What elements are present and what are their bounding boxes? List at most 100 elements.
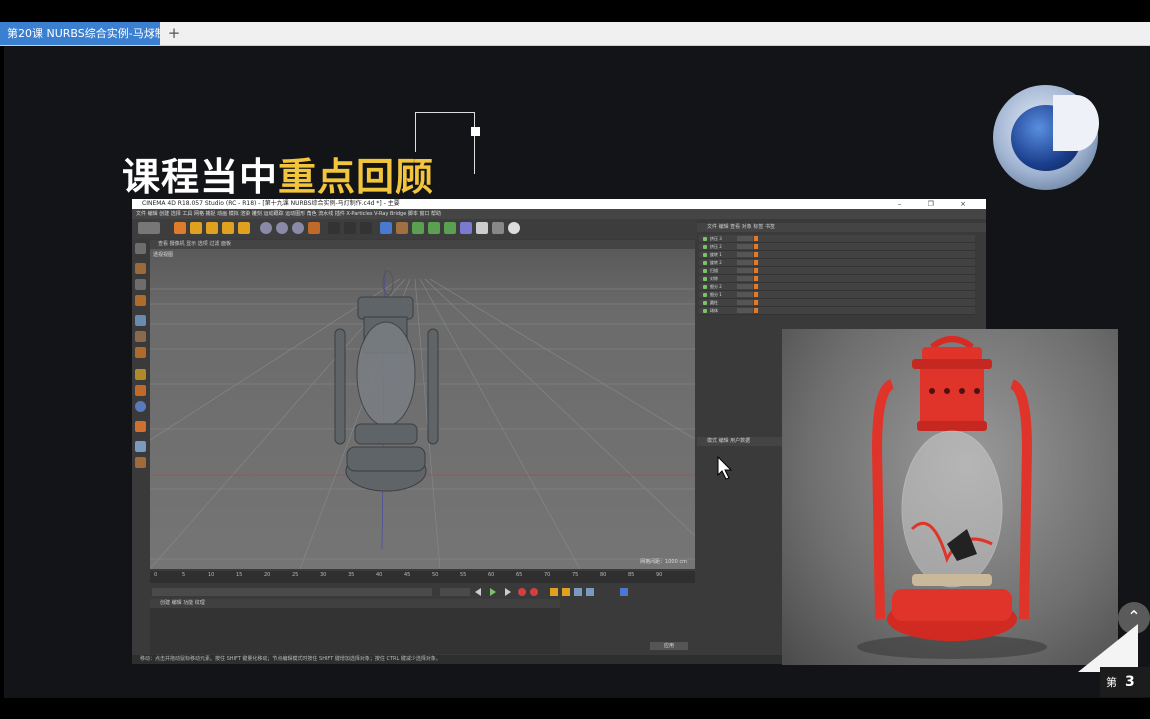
timeline-number: 75 — [572, 572, 579, 578]
lantern-illustration — [857, 336, 1047, 659]
edges-mode-icon[interactable] — [135, 331, 146, 342]
deformer-icon[interactable] — [444, 222, 456, 234]
scale-icon[interactable] — [206, 222, 218, 234]
camera-icon[interactable] — [492, 222, 504, 234]
material-tag-icon[interactable] — [754, 252, 758, 257]
timeline-number: 40 — [376, 572, 383, 578]
object-row[interactable]: 细分 2 — [699, 283, 975, 291]
material-tag-icon[interactable] — [754, 284, 758, 289]
material-tag-icon[interactable] — [754, 260, 758, 265]
render-view-icon[interactable] — [328, 222, 340, 234]
tweak-mode-icon[interactable] — [135, 385, 146, 396]
material-tag-icon[interactable] — [754, 276, 758, 281]
object-row[interactable]: 对称 — [699, 275, 975, 283]
visibility-toggle[interactable] — [737, 300, 753, 305]
object-row[interactable]: 挤压 2 — [699, 243, 975, 251]
light-icon[interactable] — [508, 222, 520, 234]
visibility-toggle[interactable] — [737, 252, 753, 257]
visibility-toggle[interactable] — [737, 276, 753, 281]
material-menu[interactable]: 创建 编辑 功能 纹理 — [150, 599, 560, 608]
object-row[interactable]: 挤压 3 — [699, 235, 975, 243]
undo-icon[interactable] — [138, 222, 160, 234]
page-indicator: 第3 — [1100, 667, 1150, 697]
visibility-toggle[interactable] — [737, 236, 753, 241]
playback-controls — [150, 584, 695, 598]
material-tag-icon[interactable] — [754, 300, 758, 305]
timeline-number: 70 — [544, 572, 551, 578]
cube-icon[interactable] — [380, 222, 392, 234]
window-buttons[interactable]: – ❐ × — [898, 199, 978, 209]
workplane-icon[interactable] — [135, 295, 146, 306]
material-manager[interactable]: 创建 编辑 功能 纹理 — [150, 599, 560, 654]
object-row[interactable]: 旋转 2 — [699, 259, 975, 267]
render-settings-icon[interactable] — [360, 222, 372, 234]
generator-icon[interactable] — [428, 222, 440, 234]
material-tag-icon[interactable] — [754, 308, 758, 313]
y-axis-icon[interactable] — [276, 222, 288, 234]
perspective-viewport[interactable]: 透视视图 网格间距：1000 cm — [150, 249, 695, 569]
c4d-toolbar — [132, 219, 697, 239]
visibility-toggle[interactable] — [737, 244, 753, 249]
viewport-menu[interactable]: 查看 摄像机 显示 选项 过滤 面板 — [150, 240, 695, 249]
c4d-menubar[interactable]: 文件 编辑 创建 选择 工具 网格 捕捉 动画 模拟 渲染 雕刻 运动跟踪 运动… — [132, 209, 986, 219]
object-menu[interactable]: 文件 编辑 查看 对象 标签 书签 — [697, 223, 986, 232]
apply-button[interactable]: 应用 — [650, 642, 688, 650]
tab-label: 第20课 NURBS综合实例-马灯制 — [7, 27, 160, 40]
material-tag-icon[interactable] — [754, 268, 758, 273]
visibility-toggle[interactable] — [737, 308, 753, 313]
pen-icon[interactable] — [396, 222, 408, 234]
sculpt-icon[interactable] — [135, 457, 146, 468]
subdivision-icon[interactable] — [412, 222, 424, 234]
snap-icon[interactable] — [135, 401, 146, 412]
red-lantern-render — [782, 329, 1118, 665]
object-row[interactable]: 旋转 1 — [699, 251, 975, 259]
material-tag-icon[interactable] — [754, 292, 758, 297]
timeline-number: 60 — [488, 572, 495, 578]
tab-lesson-20[interactable]: 第20课 NURBS综合实例-马灯制 × — [0, 22, 160, 45]
material-tag-icon[interactable] — [754, 244, 758, 249]
floor-icon[interactable] — [476, 222, 488, 234]
z-axis-icon[interactable] — [292, 222, 304, 234]
object-name: 挤压 2 — [710, 244, 722, 249]
new-tab-button[interactable]: + — [166, 22, 182, 45]
object-icon — [703, 301, 707, 305]
tab-close-icon[interactable]: × — [147, 22, 156, 45]
timeline-number: 65 — [516, 572, 523, 578]
move-icon[interactable] — [190, 222, 202, 234]
texture-mode-icon[interactable] — [135, 279, 146, 290]
object-icon — [703, 269, 707, 273]
object-row[interactable]: 细分 1 — [699, 291, 975, 299]
timeline-number: 50 — [432, 572, 439, 578]
object-row[interactable]: 扫描 — [699, 267, 975, 275]
object-name: 旋转 2 — [710, 260, 722, 265]
object-icon — [703, 277, 707, 281]
coordinate-manager[interactable]: 应用 — [562, 599, 695, 654]
logo-cutout — [1053, 95, 1099, 151]
model-mode-icon[interactable] — [135, 263, 146, 274]
coordinate-icon[interactable] — [308, 222, 320, 234]
object-row[interactable]: 圆柱 — [699, 299, 975, 307]
object-row[interactable]: 球体 — [699, 307, 975, 315]
axis-mode-icon[interactable] — [135, 369, 146, 380]
points-mode-icon[interactable] — [135, 315, 146, 326]
timeline[interactable]: 0 5 10 15 20 25 30 35 40 45 50 55 60 65 … — [150, 571, 695, 583]
make-editable-icon[interactable] — [135, 243, 146, 254]
grid-spacing-readout: 网格间距：1000 cm — [640, 559, 687, 565]
visibility-toggle[interactable] — [737, 292, 753, 297]
material-tag-icon[interactable] — [754, 236, 758, 241]
transform-icon[interactable] — [238, 222, 250, 234]
visibility-toggle[interactable] — [737, 284, 753, 289]
visibility-toggle[interactable] — [737, 260, 753, 265]
timeline-number: 15 — [236, 572, 243, 578]
select-icon[interactable] — [174, 222, 186, 234]
object-icon — [703, 309, 707, 313]
lock-icon[interactable] — [135, 421, 146, 432]
grid-icon[interactable] — [135, 441, 146, 452]
x-axis-icon[interactable] — [260, 222, 272, 234]
render-picture-icon[interactable] — [344, 222, 356, 234]
visibility-toggle[interactable] — [737, 268, 753, 273]
object-name: 扫描 — [710, 268, 718, 273]
scene-icon[interactable] — [460, 222, 472, 234]
polygons-mode-icon[interactable] — [135, 347, 146, 358]
rotate-icon[interactable] — [222, 222, 234, 234]
